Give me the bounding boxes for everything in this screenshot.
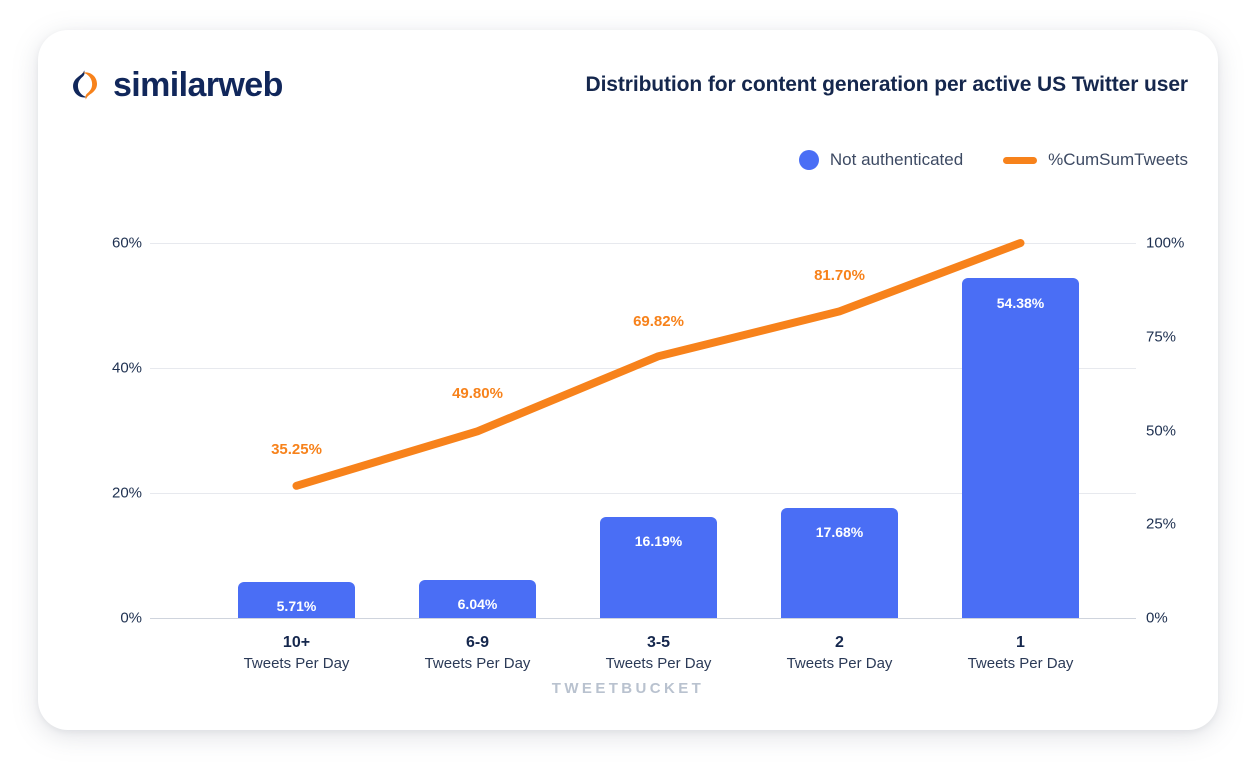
x-axis-label-1: 1 Tweets Per Day [968, 633, 1074, 674]
x-axis-sublabel: Tweets Per Day [243, 655, 350, 672]
cumulative-line-series [292, 239, 1025, 490]
x-axis-title: TWEETBUCKET [551, 680, 705, 697]
similarweb-droplet-logo-icon [73, 70, 98, 100]
x-axis-sublabel: Tweets Per Day [424, 655, 531, 672]
line-value-label: 69.82% [633, 313, 684, 330]
legend-item-not-authenticated[interactable]: Not authenticated [798, 150, 964, 170]
x-axis-label-10plus: 10+ Tweets Per Day [244, 633, 350, 674]
line-value-label: 35.25% [271, 441, 322, 458]
x-axis-label-2: 2 Tweets Per Day [787, 633, 893, 674]
chart-legend: Not authenticated %CumSumTweets [798, 150, 1188, 170]
chart-card: similarweb Distribution for content gene… [38, 30, 1218, 730]
plot-area: 60% 40% 20% 0% 100% 75% 50% 25% 0% 5.71%… [112, 205, 1184, 673]
legend-item-cumsumtweets[interactable]: %CumSumTweets [1003, 150, 1188, 170]
legend-label: %CumSumTweets [1048, 150, 1188, 169]
legend-circle-marker-icon [798, 150, 819, 170]
x-axis-category: 6-9 [465, 634, 490, 651]
x-axis-category: 2 [835, 634, 844, 651]
line-value-label: 81.70% [814, 267, 865, 284]
x-axis-sublabel: Tweets Per Day [786, 655, 893, 672]
screenshot-root: similarweb Distribution for content gene… [0, 0, 1248, 766]
x-axis-label-3-5: 3-5 Tweets Per Day [606, 633, 712, 674]
x-axis-category: 3-5 [646, 634, 671, 651]
x-axis-sublabel: Tweets Per Day [967, 655, 1074, 672]
legend-line-marker-icon [1003, 156, 1038, 164]
x-axis-sublabel: Tweets Per Day [605, 655, 712, 672]
x-axis-category: 1 [1016, 634, 1025, 651]
page-title: Distribution for content generation per … [585, 73, 1189, 96]
brand-name: similarweb [113, 66, 283, 104]
legend-label: Not authenticated [829, 150, 964, 169]
brand-logo[interactable]: similarweb [68, 68, 283, 102]
x-axis-label-6-9: 6-9 Tweets Per Day [425, 633, 531, 674]
x-axis-category: 10+ [282, 634, 311, 651]
line-value-label: 49.80% [452, 385, 503, 402]
